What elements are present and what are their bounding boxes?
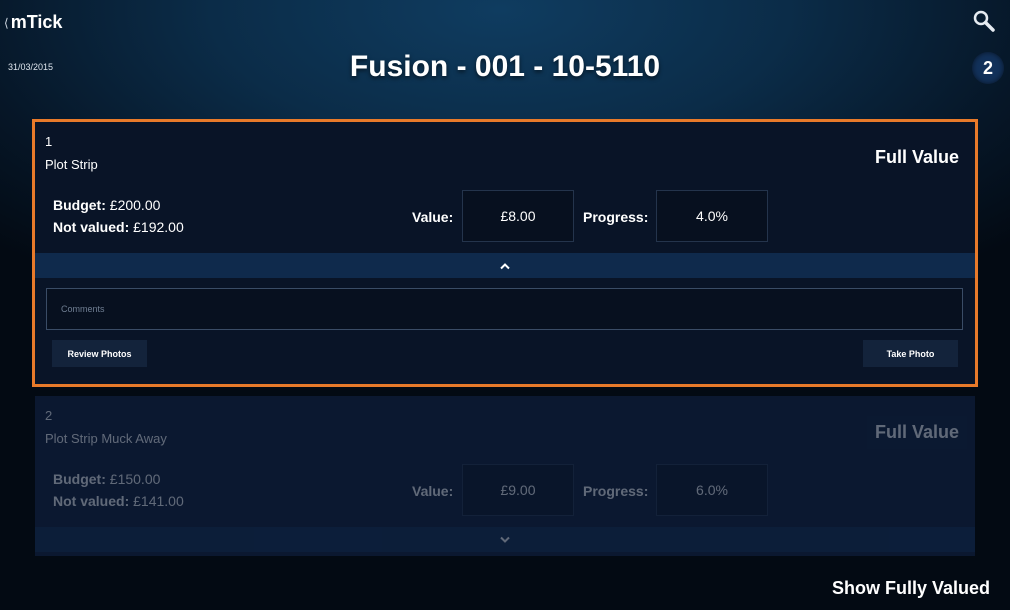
item-card-2[interactable]: 2 Plot Strip Muck Away Full Value Budget… <box>35 396 975 556</box>
page-title: Fusion - 001 - 10-5110 <box>349 50 661 83</box>
not-valued-label: Not valued: <box>53 493 130 509</box>
chevron-down-icon <box>500 536 510 543</box>
back-button[interactable]: ⟨ mTick <box>4 12 62 33</box>
budget-row: Budget: £150.00 <box>53 471 160 487</box>
app-name: mTick <box>10 12 63 32</box>
value-label: Value: <box>412 209 454 225</box>
item-number: 1 <box>45 134 53 149</box>
comments-input[interactable] <box>46 288 963 330</box>
chevron-up-icon <box>500 262 510 269</box>
budget-value: £200.00 <box>109 197 161 213</box>
item-name: Plot Strip <box>45 157 98 172</box>
not-valued-row: Not valued: £141.00 <box>53 493 184 509</box>
budget-row: Budget: £200.00 <box>53 197 160 213</box>
not-valued-row: Not valued: £192.00 <box>53 219 184 235</box>
progress-label: Progress: <box>583 209 649 225</box>
budget-label: Budget: <box>53 471 106 487</box>
progress-field[interactable]: 4.0% <box>656 190 768 242</box>
value-field[interactable]: £9.00 <box>462 464 574 516</box>
item-card-1[interactable]: 1 Plot Strip Full Value Budget: £200.00 … <box>32 119 978 387</box>
not-valued-label: Not valued: <box>53 219 130 235</box>
not-valued-value: £192.00 <box>133 219 184 235</box>
chevron-left-icon: ⟨ <box>4 15 9 30</box>
budget-label: Budget: <box>53 197 106 213</box>
item-number: 2 <box>45 408 53 423</box>
full-value-button[interactable]: Full Value <box>875 147 959 168</box>
collapse-bar[interactable] <box>35 253 975 278</box>
show-fully-valued-button[interactable]: Show Fully Valued <box>832 578 990 599</box>
progress-field[interactable]: 6.0% <box>656 464 768 516</box>
full-value-button[interactable]: Full Value <box>866 416 967 449</box>
expand-bar[interactable] <box>35 527 975 552</box>
value-label: Value: <box>412 483 454 499</box>
take-photo-button[interactable]: Take Photo <box>863 340 958 367</box>
not-valued-value: £141.00 <box>133 493 184 509</box>
budget-value: £150.00 <box>109 471 161 487</box>
item-name: Plot Strip Muck Away <box>45 431 167 446</box>
progress-label: Progress: <box>583 483 649 499</box>
review-photos-button[interactable]: Review Photos <box>52 340 147 367</box>
search-icon[interactable] <box>972 9 996 33</box>
value-field[interactable]: £8.00 <box>462 190 574 242</box>
item-count-badge: 2 <box>972 52 1004 84</box>
